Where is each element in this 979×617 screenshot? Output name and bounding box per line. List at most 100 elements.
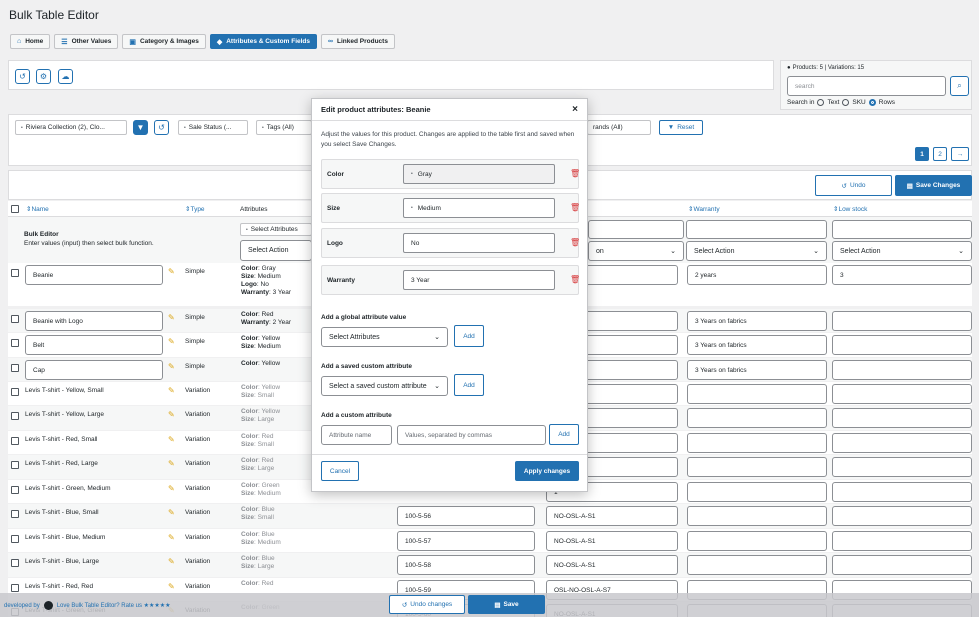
save-button[interactable]: ▤ Save	[468, 595, 545, 614]
product-name-input[interactable]: Beanie	[25, 265, 163, 285]
edit-icon[interactable]: ✎	[168, 583, 175, 591]
rate-us-link[interactable]: Love Bulk Table Editor? Rate us ★★★★★	[57, 602, 171, 609]
add-custom-attribute-button[interactable]: Add	[549, 424, 579, 445]
product-attributes[interactable]: Color: Yellow Size: Large	[241, 408, 280, 424]
add-global-attribute-button[interactable]: Add	[454, 325, 484, 347]
undo-button[interactable]: ↺ Undo	[815, 175, 892, 196]
low-stock-input[interactable]	[832, 482, 972, 502]
row-checkbox[interactable]	[11, 584, 19, 592]
low-stock-input[interactable]	[832, 433, 972, 453]
bulk-attributes-action-select[interactable]: Select Action	[240, 240, 312, 261]
edit-icon[interactable]: ✎	[168, 460, 175, 468]
product-attributes[interactable]: Color: Blue Size: Small	[241, 506, 275, 522]
bulk-select-attributes[interactable]: • Select Attributes	[240, 223, 312, 236]
row-checkbox[interactable]	[11, 437, 19, 445]
apply-changes-button[interactable]: Apply changes	[515, 461, 579, 481]
brands-filter[interactable]: rands (All)	[587, 120, 651, 135]
product-attributes[interactable]: Color: Red Warranty: 2 Year	[241, 311, 291, 327]
low-stock-input[interactable]: 3	[832, 265, 972, 285]
tab-linked-products[interactable]: ∞ Linked Products	[321, 34, 395, 49]
warranty-value-field[interactable]: 3 Year	[403, 270, 555, 290]
row-checkbox[interactable]	[11, 388, 19, 396]
product-attributes[interactable]: Color: Red	[241, 580, 274, 588]
low-stock-input[interactable]	[832, 384, 972, 404]
header-type[interactable]: ⇕ Type	[185, 201, 205, 217]
filter-icon-button[interactable]: ▼	[133, 120, 148, 135]
trash-icon[interactable]: 🗑	[570, 169, 580, 178]
edit-icon[interactable]: ✎	[168, 411, 175, 419]
low-stock-input[interactable]	[832, 311, 972, 331]
sku-input[interactable]: NO-OSL-A-S1	[546, 555, 678, 575]
low-stock-input[interactable]	[832, 408, 972, 428]
undo-changes-button[interactable]: ↺ Undo changes	[389, 595, 465, 614]
collection-filter[interactable]: • Riviera Collection (2), Clo...	[15, 120, 127, 135]
product-attributes[interactable]: Color: Red Size: Large	[241, 457, 274, 473]
low-stock-input[interactable]	[832, 506, 972, 526]
row-checkbox[interactable]	[11, 486, 19, 494]
edit-icon[interactable]: ✎	[168, 387, 175, 395]
reset-filter-icon-button[interactable]: ↺	[154, 120, 169, 135]
warranty-input[interactable]	[687, 408, 827, 428]
tab-other-values[interactable]: ☰ Other Values	[54, 34, 119, 49]
product-attributes[interactable]: Color: Blue Size: Medium	[241, 531, 281, 547]
edit-icon[interactable]: ✎	[168, 338, 175, 346]
edit-icon[interactable]: ✎	[168, 363, 175, 371]
low-stock-input[interactable]	[832, 335, 972, 355]
product-id-input[interactable]: 100-5-56	[397, 506, 535, 526]
product-id-input[interactable]: 100-5-57	[397, 531, 535, 551]
edit-icon[interactable]: ✎	[168, 485, 175, 493]
warranty-input[interactable]: 3 Years on fabrics	[687, 311, 827, 331]
undo-icon-button[interactable]: ↺	[15, 69, 30, 84]
edit-icon[interactable]: ✎	[168, 268, 175, 276]
low-stock-input[interactable]	[832, 531, 972, 551]
product-name-input[interactable]: Cap	[25, 360, 163, 380]
save-changes-button[interactable]: ▤ Save Changes	[895, 175, 972, 196]
header-name[interactable]: ⇕ Name	[26, 201, 49, 217]
select-all-checkbox[interactable]	[11, 205, 19, 213]
row-checkbox[interactable]	[11, 412, 19, 420]
edit-icon[interactable]: ✎	[168, 534, 175, 542]
row-checkbox[interactable]	[11, 510, 19, 518]
bulk-warranty-input[interactable]	[686, 220, 827, 239]
search-input[interactable]: search	[787, 76, 946, 96]
settings-icon-button[interactable]: ⚙	[36, 69, 51, 84]
low-stock-input[interactable]	[832, 555, 972, 575]
close-icon[interactable]: ×	[572, 104, 578, 115]
radio-rows[interactable]	[868, 99, 876, 106]
attribute-values-input[interactable]: Values, separated by commas	[397, 425, 546, 445]
product-attributes[interactable]: Color: Yellow Size: Medium	[241, 335, 281, 351]
warranty-input[interactable]: 3 Years on fabrics	[687, 335, 827, 355]
product-attributes[interactable]: Color: Green Size: Medium	[241, 482, 281, 498]
header-warranty[interactable]: ⇕ Warranty	[688, 201, 720, 217]
next-page-button[interactable]: →	[951, 147, 969, 161]
bulk-low-stock-action-select[interactable]: Select Action ⌄	[832, 241, 972, 261]
header-low-stock[interactable]: ⇕ Low stock	[833, 201, 867, 217]
page-2-button[interactable]: 2	[933, 147, 947, 161]
tab-home[interactable]: ⌂ Home	[10, 34, 51, 49]
reset-button[interactable]: ▼ Reset	[659, 120, 703, 135]
sale-status-filter[interactable]: • Sale Status (...	[178, 120, 248, 135]
bulk-sku-action-select[interactable]: on ⌄	[588, 241, 684, 261]
warranty-input[interactable]	[687, 555, 827, 575]
low-stock-input[interactable]	[832, 360, 972, 380]
tab-category-images[interactable]: ▣ Category & Images	[122, 34, 206, 49]
radio-text[interactable]	[817, 99, 825, 106]
edit-icon[interactable]: ✎	[168, 314, 175, 322]
color-value-field[interactable]: • Gray	[403, 164, 555, 184]
edit-icon[interactable]: ✎	[168, 558, 175, 566]
attribute-name-input[interactable]: Attribute name	[321, 425, 392, 445]
warranty-input[interactable]	[687, 506, 827, 526]
saved-attribute-select[interactable]: Select a saved custom attribute ⌄	[321, 376, 448, 396]
trash-icon[interactable]: 🗑	[570, 238, 580, 247]
size-value-field[interactable]: • Medium	[403, 198, 555, 218]
sku-input[interactable]: NO-OSL-A-S1	[546, 531, 678, 551]
trash-icon[interactable]: 🗑	[570, 203, 580, 212]
trash-icon[interactable]: 🗑	[570, 275, 580, 284]
add-saved-attribute-button[interactable]: Add	[454, 374, 484, 396]
low-stock-input[interactable]	[832, 457, 972, 477]
row-checkbox[interactable]	[11, 559, 19, 567]
warranty-input[interactable]	[687, 457, 827, 477]
warranty-input[interactable]: 2 years	[687, 265, 827, 285]
cloud-upload-icon-button[interactable]: ☁	[58, 69, 73, 84]
product-attributes[interactable]: Color: Gray Size: Medium Logo: No Warranty:…	[241, 265, 291, 297]
